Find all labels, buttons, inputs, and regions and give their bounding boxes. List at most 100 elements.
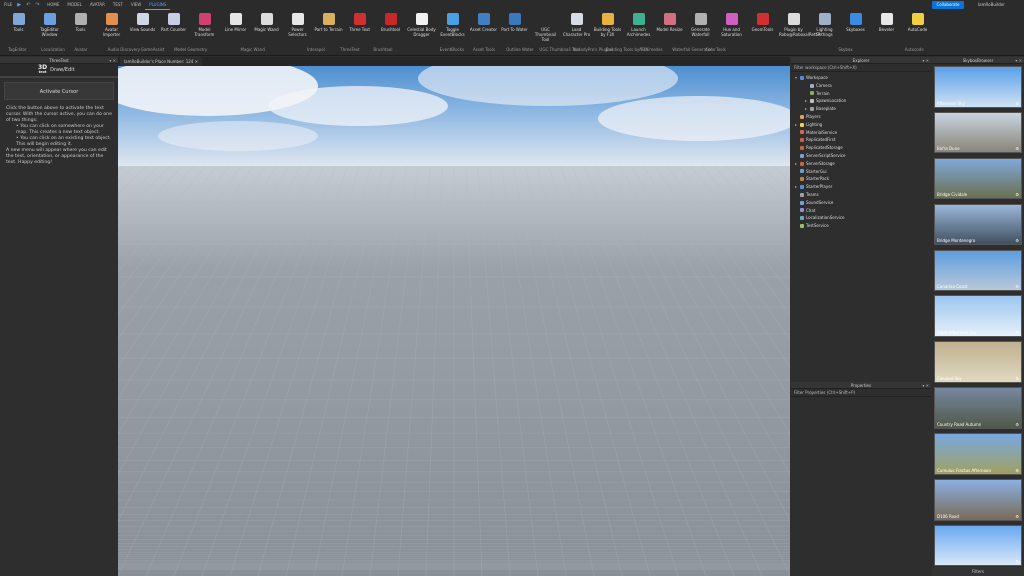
ribbon-button[interactable]: Three Text (345, 12, 374, 32)
ribbon-button[interactable]: Plugin by Robo@RoboxalRetLP (779, 12, 820, 37)
gear-icon[interactable]: ⚙ (1015, 146, 1019, 151)
skybox-thumbnail[interactable]: Canarian Coast ⚙ (934, 249, 1022, 292)
gear-icon[interactable]: ⚙ (1015, 376, 1019, 381)
ribbon-button[interactable]: AutoCode (903, 12, 932, 32)
ribbon-button[interactable]: Power Selectors (283, 12, 312, 37)
explorer-item[interactable]: ▸ StarterPlayer (791, 183, 931, 191)
activate-cursor-button[interactable]: Activate Cursor (4, 82, 114, 100)
gear-icon[interactable]: ⚙ (1015, 101, 1019, 106)
explorer-item[interactable]: SoundService (791, 199, 931, 207)
ribbon-button-label: Building Tools by F3X (593, 27, 622, 37)
gear-icon[interactable]: ⚙ (1015, 192, 1019, 197)
panel-close-icon[interactable]: ▾ ✕ (922, 382, 929, 389)
explorer-item[interactable]: ▸ SpawnLocation (791, 97, 931, 105)
ribbon-button[interactable]: Generate Waterfall (686, 12, 715, 37)
explorer-item[interactable]: ▸ Baseplate (791, 105, 931, 113)
ribbon-button[interactable]: Line Mirror (221, 12, 250, 32)
skybox-thumbnail[interactable]: ⚙ (934, 524, 1022, 567)
properties-filter-input[interactable]: Filter Properties (Ctrl+Shift+P) (791, 389, 931, 397)
explorer-item[interactable]: MaterialService (791, 129, 931, 137)
ribbon-button[interactable]: Toggle EventBlocks (438, 12, 467, 37)
panel-close-icon[interactable]: ▾ ✕ (1015, 57, 1022, 64)
ribbon-button[interactable]: Load Character Pro (562, 12, 591, 37)
play-icon[interactable]: ▶ (17, 2, 24, 8)
ribbon-button[interactable]: Part Counter (159, 12, 188, 32)
gear-icon[interactable]: ⚙ (1015, 422, 1019, 427)
explorer-item[interactable]: StarterPack (791, 175, 931, 183)
explorer-item[interactable]: ▸ Lighting (791, 121, 931, 129)
skybox-thumbnail[interactable]: Country Road Autumn ⚙ (934, 387, 1022, 429)
explorer-item[interactable]: Players (791, 113, 931, 121)
skybox-thumbnail[interactable]: Afternoon Sky ⚙ (934, 66, 1022, 108)
3d-viewport[interactable] (118, 66, 790, 576)
skybox-thumbnail[interactable]: Bridge Cividale ⚙ (934, 157, 1022, 200)
gear-icon[interactable]: ⚙ (1015, 330, 1019, 335)
tab-plugins[interactable]: PLUGINS (145, 0, 171, 10)
skybox-thumbnail[interactable]: Bridge Montenegro ⚙ (934, 203, 1022, 246)
ribbon-button[interactable]: Skyboxes (841, 12, 870, 32)
explorer-item[interactable]: TestService (791, 222, 931, 230)
gear-icon[interactable]: ⚙ (1015, 514, 1019, 519)
gear-icon[interactable]: ⚙ (1015, 238, 1019, 243)
ribbon-button[interactable]: GeomTools (748, 12, 777, 32)
explorer-item[interactable]: ReplicatedFirst (791, 136, 931, 144)
explorer-item[interactable]: ServerScriptService (791, 152, 931, 160)
ribbon-button[interactable]: TagEditor Window (35, 12, 64, 37)
explorer-item[interactable]: Chat (791, 207, 931, 215)
explorer-item[interactable]: ReplicatedStorage (791, 144, 931, 152)
mode-label[interactable]: Draw/Edit (50, 67, 74, 73)
skybox-thumbnail[interactable]: Clear Afternoon Sky ⚙ (934, 295, 1022, 337)
skybox-thumbnail[interactable]: Cumulus Fractus Afternoon ⚙ (934, 433, 1022, 475)
undo-icon[interactable]: ↶ (26, 2, 33, 8)
ribbon-button[interactable]: Tools (4, 12, 33, 32)
skybox-thumbnail[interactable]: D106 Road ⚙ (934, 479, 1022, 521)
ribbon-button[interactable]: Part To Water (500, 12, 529, 32)
explorer-item[interactable]: LocalizationService (791, 214, 931, 222)
explorer-item-label: ReplicatedStorage (806, 145, 843, 151)
ribbon-button[interactable]: UGC Thumbnail Tool (531, 12, 560, 42)
ribbon-button[interactable]: View Sounds (128, 12, 157, 32)
collaborate-button[interactable]: Collaborate (932, 1, 964, 9)
tab-view[interactable]: VIEW (127, 0, 145, 10)
tab-test[interactable]: TEST (109, 0, 127, 10)
ribbon-button[interactable]: Model Resize (655, 12, 684, 32)
close-icon[interactable]: ✕ (195, 59, 198, 64)
file-menu[interactable]: FILE (0, 0, 16, 10)
ribbon-button[interactable]: Tools (66, 12, 95, 32)
ribbon-button[interactable]: Launch Archimedes (624, 12, 653, 37)
user-menu[interactable]: IamRoBuilder (978, 0, 1005, 10)
ribbon-button[interactable]: Magic Wand (252, 12, 281, 32)
gear-icon[interactable]: ⚙ (1015, 468, 1019, 473)
ribbon-button[interactable]: Avatar Importer (97, 12, 126, 37)
ribbon-button[interactable]: Brushtool (376, 12, 405, 32)
ribbon-button[interactable]: Beveler (872, 12, 901, 32)
redo-icon[interactable]: ↷ (35, 2, 42, 8)
explorer-item[interactable]: Teams (791, 191, 931, 199)
explorer-item[interactable]: Terrain (791, 90, 931, 98)
panel-close-icon[interactable]: ▾ ✕ (922, 57, 929, 64)
skybox-thumbnail[interactable]: Clouded Sky ⚙ (934, 341, 1022, 383)
skybox-filter-button[interactable]: Filters (932, 567, 1024, 576)
ribbon-button[interactable]: Lighting Settings (810, 12, 839, 37)
ribbon-button[interactable]: Building Tools by F3X (593, 12, 622, 37)
ribbon-button[interactable]: Asset Creator (469, 12, 498, 32)
ribbon-button[interactable]: Model Transform (190, 12, 219, 37)
ribbon-button[interactable]: Hue and Saturation (717, 12, 746, 37)
explorer-item[interactable]: ▾ Workspace (791, 74, 931, 82)
gear-icon[interactable]: ⚙ (1015, 284, 1019, 289)
baseplate[interactable] (118, 166, 790, 576)
explorer-filter-input[interactable]: Filter workspace (Ctrl+Shift+X) (791, 64, 931, 72)
skybox-thumbnail[interactable]: Bafra Dune ⚙ (934, 111, 1022, 154)
explorer-item[interactable]: StarterGui (791, 168, 931, 176)
explorer-item[interactable]: ▸ ServerStorage (791, 160, 931, 168)
ribbon-button-label: Toggle EventBlocks (440, 27, 465, 37)
tab-model[interactable]: MODEL (63, 0, 85, 10)
ribbon-button[interactable]: Part to Terrain (314, 12, 343, 32)
ribbon-button[interactable]: Celestial Body Dragger (407, 12, 436, 37)
tab-home[interactable]: HOME (43, 0, 63, 10)
tab-avatar[interactable]: AVATAR (86, 0, 109, 10)
gear-icon[interactable]: ⚙ (1015, 559, 1019, 564)
panel-close-icon[interactable]: ▾ ✕ (109, 57, 116, 64)
explorer-item[interactable]: Camera (791, 82, 931, 90)
place-tab[interactable]: IamRoBuilder's Place Number: 124 ✕ (120, 57, 202, 66)
